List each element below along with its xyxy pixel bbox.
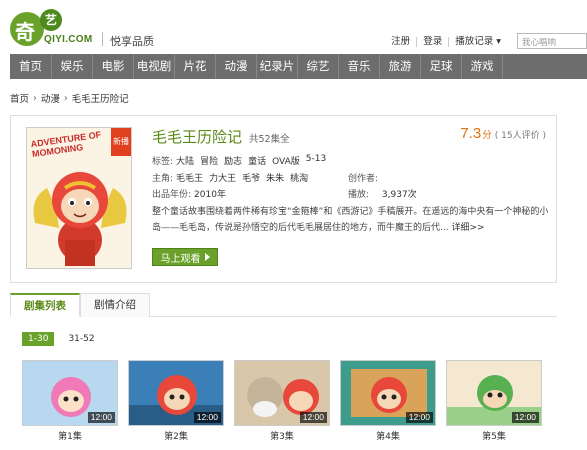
logo-yi-badge: 艺	[40, 9, 62, 31]
episode-duration: 12:00	[87, 412, 115, 423]
nav-football[interactable]: 足球	[421, 54, 462, 79]
episode-label[interactable]: 第4集	[340, 429, 436, 442]
cast-label: 主角:	[152, 174, 174, 184]
watch-now-button[interactable]: 马上观看	[152, 248, 218, 266]
tag-link[interactable]: 冒险	[200, 154, 218, 167]
play-history-link[interactable]: 播放记录 ▾	[449, 37, 507, 47]
breadcrumb: 首页 › 动漫 › 毛毛王历险记	[10, 91, 129, 106]
tab-episode-list[interactable]: 剧集列表	[10, 293, 80, 317]
cast-link[interactable]: 毛毛王	[176, 171, 203, 184]
content-tabs: 剧集列表 剧情介绍	[10, 293, 557, 317]
tag-link[interactable]: 大陆	[176, 154, 194, 167]
tag-link[interactable]: 童话	[248, 154, 266, 167]
play-arrow-icon	[204, 253, 210, 261]
episode-card[interactable]: 12:00 第1集	[22, 360, 118, 442]
rating-count: ( 15人评价 )	[494, 131, 546, 141]
episode-duration: 12:00	[299, 412, 327, 423]
episode-thumbnail[interactable]: 12:00	[446, 360, 542, 426]
plays-label: 播放:	[348, 190, 370, 200]
episode-thumbnail[interactable]: 12:00	[128, 360, 224, 426]
episode-total: 共52集全	[249, 134, 290, 145]
episode-thumbnail[interactable]: 12:00	[340, 360, 436, 426]
poster-image[interactable]: ADVENTURE OF MOMONING 新播	[26, 127, 132, 269]
chevron-right-icon: ›	[33, 92, 37, 104]
main-nav: 首页 娱乐 电影 电视剧 片花 动漫 纪录片 综艺 音乐 旅游 足球 游戏	[10, 54, 587, 79]
breadcrumb-anime[interactable]: 动漫	[41, 91, 60, 105]
watch-now-label: 马上观看	[160, 253, 201, 265]
tab-synopsis[interactable]: 剧情介绍	[80, 293, 150, 317]
nav-anime[interactable]: 动漫	[216, 54, 257, 79]
cast-row: 主角: 毛毛王 力大王 毛爷 朱朱 桃淘	[152, 171, 314, 184]
tag-link[interactable]: 5-13	[306, 154, 326, 167]
year-row: 出品年份: 2010年	[152, 187, 232, 200]
login-link[interactable]: 登录	[417, 37, 450, 47]
cast-link[interactable]: 朱朱	[266, 171, 284, 184]
nav-tv[interactable]: 电视剧	[134, 54, 175, 79]
episode-duration: 12:00	[193, 412, 221, 423]
episode-thumbnail[interactable]: 12:00	[22, 360, 118, 426]
nav-travel[interactable]: 旅游	[380, 54, 421, 79]
nav-entertainment[interactable]: 娱乐	[52, 54, 93, 79]
episode-duration: 12:00	[405, 412, 433, 423]
episode-grid: 12:00 第1集 12:00 第2集 12:00 第3集 12:00 第4集 …	[22, 360, 552, 442]
nav-documentary[interactable]: 纪录片	[257, 54, 298, 79]
top-links: 注册 登录 播放记录 ▾	[385, 37, 507, 47]
creator-row: 创作者:	[348, 171, 388, 184]
range-31-52[interactable]: 31-52	[62, 332, 100, 346]
episode-label[interactable]: 第1集	[22, 429, 118, 442]
nav-games[interactable]: 游戏	[462, 54, 503, 79]
nav-movies[interactable]: 电影	[93, 54, 134, 79]
episode-label[interactable]: 第2集	[128, 429, 224, 442]
nav-home[interactable]: 首页	[10, 54, 52, 79]
breadcrumb-current: 毛毛王历险记	[71, 94, 129, 105]
year-label: 出品年份:	[152, 190, 192, 200]
episode-card[interactable]: 12:00 第5集	[446, 360, 542, 442]
show-detail-panel: ADVENTURE OF MOMONING 新播 毛毛王历险记 共52集全 7.…	[10, 115, 557, 283]
slogan-divider	[102, 32, 103, 46]
range-1-30[interactable]: 1-30	[22, 332, 55, 346]
episode-label[interactable]: 第3集	[234, 429, 330, 442]
slogan: 悦享品质	[110, 35, 154, 48]
logo-mark: 奇	[10, 12, 44, 46]
search-input[interactable]: 我心唱响	[517, 33, 587, 49]
episode-duration: 12:00	[511, 412, 539, 423]
more-link[interactable]: 详细>>	[451, 223, 484, 233]
cast-link[interactable]: 力大王	[209, 171, 236, 184]
nav-variety[interactable]: 综艺	[298, 54, 339, 79]
episode-card[interactable]: 12:00 第4集	[340, 360, 436, 442]
description-text: 整个童话故事围绕着两件稀有珍宝“金箍棒”和《西游记》手稿展开。在遥远的海中央有一…	[152, 207, 549, 233]
description: 整个童话故事围绕着两件稀有珍宝“金箍棒”和《西游记》手稿展开。在遥远的海中央有一…	[152, 204, 552, 236]
show-title: 毛毛王历险记	[152, 128, 243, 146]
chevron-right-icon: ›	[63, 92, 68, 104]
episode-card[interactable]: 12:00 第2集	[128, 360, 224, 442]
episode-range-selector: 1-30 31-52	[22, 332, 101, 346]
episode-label[interactable]: 第5集	[446, 429, 542, 442]
rating-unit: 分	[482, 130, 492, 141]
nav-trailers[interactable]: 片花	[175, 54, 216, 79]
year-value: 2010年	[194, 190, 226, 200]
episode-thumbnail[interactable]: 12:00	[234, 360, 330, 426]
rating: 7.3 分 ( 15人评价 )	[460, 125, 546, 142]
creator-label: 创作者:	[348, 174, 379, 184]
tag-link[interactable]: 励志	[224, 154, 242, 167]
register-link[interactable]: 注册	[385, 37, 418, 47]
cast-link[interactable]: 桃淘	[290, 171, 308, 184]
rating-score: 7.3	[460, 125, 482, 142]
breadcrumb-home[interactable]: 首页	[10, 91, 29, 105]
cast-link[interactable]: 毛爷	[242, 171, 260, 184]
nav-music[interactable]: 音乐	[339, 54, 380, 79]
logo-domain: QIYI.COM	[44, 34, 93, 45]
tag-link[interactable]: OVA版	[272, 154, 300, 167]
tags-label: 标签:	[152, 157, 174, 167]
plays-row: 播放: 3,937次	[348, 187, 417, 200]
plays-value: 3,937次	[381, 190, 417, 200]
qiyi-logo[interactable]: 奇 艺 QIYI.COM	[10, 9, 98, 49]
tags-row: 标签: 大陆 冒险 励志 童话 OVA版 5-13	[152, 154, 332, 167]
poster-badge: 新播	[111, 128, 131, 156]
episode-card[interactable]: 12:00 第3集	[234, 360, 330, 442]
